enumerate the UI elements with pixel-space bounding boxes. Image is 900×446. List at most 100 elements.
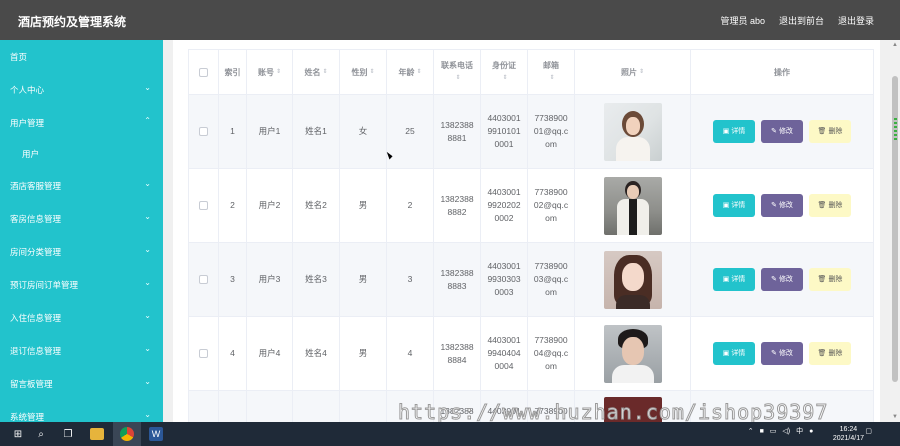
scroll-down-icon[interactable]: ▼ (892, 414, 898, 420)
sidebar-item-booking-orders[interactable]: 预订房间订单管理 ⌄ (0, 268, 163, 301)
header-phone[interactable]: 联系电话 ⇕ (434, 50, 481, 94)
delete-button-label: 删除 (828, 276, 843, 283)
detail-button[interactable]: ▣ 详情 (713, 342, 755, 365)
header-gender[interactable]: 性别 ⇕ (340, 50, 387, 94)
clock-time: 16:24 (839, 426, 858, 433)
exit-to-front-link[interactable]: 退出到前台 (779, 14, 824, 27)
cell-gender (340, 391, 387, 422)
detail-button-label: 详情 (731, 276, 746, 283)
sidebar-item-label: 首页 (10, 51, 28, 62)
delete-button[interactable]: 🗑 删除 (809, 194, 851, 217)
chrome-tab[interactable] (113, 422, 141, 446)
cell-account: 用户2 (247, 169, 293, 242)
sort-icon: ⇕ (455, 75, 461, 81)
logout-link[interactable]: 退出登录 (838, 14, 874, 27)
row-checkbox[interactable] (199, 349, 208, 358)
header-email[interactable]: 邮箱 ⇕ (528, 50, 575, 94)
sidebar-item-label: 用户管理 (10, 117, 45, 128)
cell-id-card: 440300199101010001 (487, 113, 521, 149)
app-tray-icon[interactable]: ■ (760, 428, 764, 435)
table-row: 4 用户4 姓名4 男 4 13823888884 44030019940404… (189, 317, 873, 391)
chevron-up-icon[interactable]: ⌃ (748, 427, 754, 435)
page-scrollbar[interactable]: ▲ ▼ (890, 40, 900, 422)
edit-button-label: 修改 (778, 276, 793, 283)
cell-email: 773890003@qq.com (533, 261, 569, 297)
admin-label[interactable]: 管理员 abo (720, 14, 765, 27)
detail-icon: ▣ (722, 128, 730, 135)
sidebar-item-users[interactable]: 用户 (0, 139, 163, 169)
task-view-icon[interactable]: ❐ (60, 426, 76, 442)
cell-id-card: 440300199202020002 (487, 187, 521, 223)
sidebar-item-cancellation[interactable]: 退订信息管理 ⌄ (0, 334, 163, 367)
notification-icon[interactable]: ▢ (865, 427, 872, 435)
delete-button[interactable]: 🗑 删除 (809, 120, 851, 143)
cell-id-card-wrap: 440300199202020002 (481, 169, 528, 242)
header-id-card-label: 身份证 (492, 61, 516, 70)
detail-button[interactable]: ▣ 详情 (713, 194, 755, 217)
delete-button-label: 删除 (828, 128, 843, 135)
cell-phone-wrap: 13823888882 (434, 169, 481, 242)
cell-name: 姓名4 (293, 317, 340, 390)
row-checkbox[interactable] (199, 127, 208, 136)
user-photo (603, 176, 662, 235)
edit-button[interactable]: ✎ 修改 (761, 194, 803, 217)
detail-button[interactable]: ▣ 详情 (713, 120, 755, 143)
edit-button[interactable]: ✎ 修改 (761, 120, 803, 143)
sidebar-item-room-category[interactable]: 房间分类管理 ⌄ (0, 235, 163, 268)
trash-icon: 🗑 (817, 276, 827, 283)
clock[interactable]: 16:24 2021/4/17 (833, 425, 864, 443)
sort-icon: ⇕ (416, 68, 422, 75)
row-checkbox[interactable] (199, 201, 208, 210)
row-checkbox[interactable] (199, 275, 208, 284)
sidebar-item-checkin[interactable]: 入住信息管理 ⌄ (0, 301, 163, 334)
header-account[interactable]: 账号 ⇕ (247, 50, 293, 94)
cell-phone-wrap: 13823888884 (434, 317, 481, 390)
cell-email-wrap: 773890001@qq.com (528, 95, 575, 168)
sidebar-item-room-info[interactable]: 客房信息管理 ⌄ (0, 202, 163, 235)
windows-start-icon[interactable]: ⊞ (10, 426, 26, 442)
sidebar-item-home[interactable]: 首页 (0, 40, 163, 73)
cell-phone: 13823888884 (440, 341, 474, 365)
edit-button-label: 修改 (778, 202, 793, 209)
sort-icon: ⇕ (275, 68, 282, 75)
header-age-label: 年龄 (398, 67, 415, 77)
sidebar-item-system[interactable]: 系统管理 ⌄ (0, 400, 163, 422)
sidebar-item-user-management[interactable]: 用户管理 ⌃ (0, 106, 163, 139)
scroll-up-icon[interactable]: ▲ (892, 42, 898, 48)
cell-phone: 13823888881 (440, 119, 474, 143)
cell-age: 3 (387, 243, 434, 316)
cell-email-wrap: 773890004@qq.com (528, 317, 575, 390)
volume-icon[interactable]: ◁) (782, 427, 790, 435)
chevron-down-icon: ⌄ (144, 278, 151, 287)
detail-button[interactable]: ▣ 详情 (713, 268, 755, 291)
header-name[interactable]: 姓名 ⇕ (293, 50, 340, 94)
chevron-down-icon: ⌄ (144, 311, 151, 320)
cell-gender: 女 (340, 95, 387, 168)
delete-button[interactable]: 🗑 删除 (809, 268, 851, 291)
search-icon[interactable]: ⌕ (33, 426, 49, 442)
edit-button[interactable]: ✎ 修改 (761, 342, 803, 365)
delete-button[interactable]: 🗑 删除 (809, 342, 851, 365)
select-all-checkbox[interactable] (199, 67, 208, 77)
sidebar-item-hotel-service[interactable]: 酒店客服管理 ⌄ (0, 169, 163, 202)
sidebar-item-label: 退订信息管理 (10, 345, 62, 356)
ime-indicator[interactable]: 中 (796, 426, 803, 436)
sort-icon: ⇕ (369, 68, 375, 75)
antivirus-icon[interactable]: ● (809, 428, 813, 435)
edit-icon: ✎ (771, 350, 777, 357)
cell-id-card: 440300199303030003 (487, 261, 521, 297)
detail-button-label: 详情 (731, 128, 746, 135)
word-icon[interactable]: W (149, 427, 163, 441)
chevron-down-icon: ⌄ (144, 377, 151, 386)
network-icon[interactable]: ▭ (770, 427, 777, 435)
sort-icon: ⇕ (322, 68, 328, 75)
header-photo[interactable]: 照片 ⇕ (575, 50, 691, 94)
sidebar-item-profile[interactable]: 个人中心 ⌄ (0, 73, 163, 106)
folder-icon[interactable] (90, 428, 104, 440)
cell-email-wrap: 773890002@qq.com (528, 169, 575, 242)
edit-button[interactable]: ✎ 修改 (761, 268, 803, 291)
header-id-card[interactable]: 身份证 ⇕ (481, 50, 528, 94)
cell-index: 2 (219, 169, 247, 242)
header-age[interactable]: 年龄 ⇕ (387, 50, 434, 94)
sidebar-item-message-board[interactable]: 留言板管理 ⌄ (0, 367, 163, 400)
